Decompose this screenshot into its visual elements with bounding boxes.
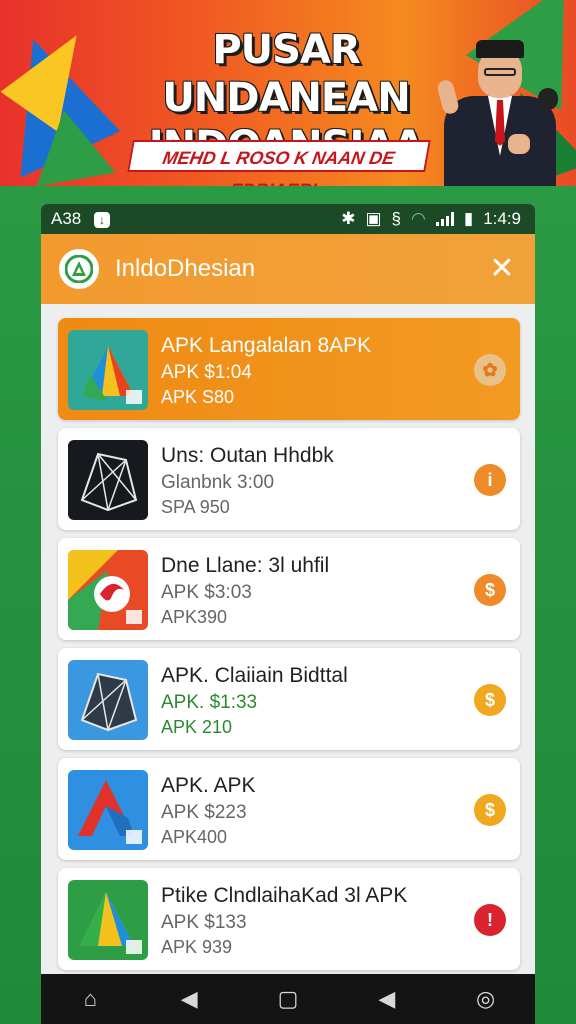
status-bar: A38 ↓ ✱ ▣ § ◠ ▮ 1:4:9: [41, 204, 535, 234]
battery-icon: ▮: [463, 209, 474, 228]
app-logo-icon: [59, 249, 99, 289]
app-title: InldoDhesian: [115, 255, 256, 282]
list-item[interactable]: Ptike ClndlaihaKad 3l APK APK $133 APK 9…: [58, 868, 520, 970]
banner-title-line1: PUSAR UNDANEAN: [162, 27, 410, 121]
item-price: APK. $1:33: [161, 692, 258, 713]
close-icon[interactable]: ✕: [487, 254, 517, 284]
promo-banner[interactable]: PUSAR UNDANEAN INDOANSIAA MEHD L ROSO K …: [0, 0, 576, 186]
settings-badge-icon[interactable]: ✿: [474, 354, 506, 386]
item-title: APK. Claiiain Bidttal: [161, 664, 348, 687]
info-badge-icon[interactable]: i: [474, 464, 506, 496]
list-item[interactable]: APK Langalalan 8APK APK $1:04 APK S80 ✿: [58, 318, 520, 420]
list-item[interactable]: Dne Llane: 3l uhfil APK $3:03 APK390 $: [58, 538, 520, 640]
item-meta: SPA 950: [161, 497, 230, 517]
wifi-icon: ◠: [410, 209, 426, 228]
navigation-bar: ⌂ ◀ ▢ ◀ ◎: [41, 974, 535, 1024]
item-meta: APK 210: [161, 717, 233, 737]
alert-badge-icon[interactable]: !: [474, 904, 506, 936]
phone-screen: A38 ↓ ✱ ▣ § ◠ ▮ 1:4:9 InldoDhesian ✕ APK…: [41, 204, 535, 1024]
dollar-badge-icon[interactable]: $: [474, 794, 506, 826]
item-title: Dne Llane: 3l uhfil: [161, 554, 330, 577]
recents-icon[interactable]: ▢: [268, 986, 308, 1012]
home-icon[interactable]: ⌂: [70, 986, 110, 1012]
item-title: APK Langalalan 8APK: [161, 334, 372, 357]
item-title: Uns: Outan Hhdbk: [161, 444, 334, 467]
play-triangle-icon: [68, 330, 148, 410]
green-triangle-icon: [68, 880, 148, 960]
list-item[interactable]: APK. APK APK $223 APK400 $: [58, 758, 520, 860]
bluetooth-icon: ✱: [341, 209, 356, 228]
status-left-text: A38: [51, 209, 82, 228]
item-meta: APK 939: [161, 937, 233, 957]
back-icon[interactable]: ◀: [169, 986, 209, 1012]
app-list: APK Langalalan 8APK APK $1:04 APK S80 ✿ …: [41, 304, 535, 974]
swirl-icon: [68, 550, 148, 630]
item-title: Ptike ClndlaihaKad 3l APK: [161, 884, 408, 907]
status-time: 1:4:9: [483, 209, 521, 228]
list-item[interactable]: APK. Claiiain Bidttal APK. $1:33 APK 210…: [58, 648, 520, 750]
red-a-icon: [68, 770, 148, 850]
item-title: APK. APK: [161, 774, 256, 797]
signal-icon: [435, 212, 454, 226]
item-price: APK $133: [161, 912, 247, 933]
dollar-badge-icon[interactable]: $: [474, 574, 506, 606]
item-price: APK $223: [161, 802, 247, 823]
list-item[interactable]: Uns: Outan Hhdbk Glanbnk 3:00 SPA 950 i: [58, 428, 520, 530]
app-bar: InldoDhesian ✕: [41, 234, 535, 304]
banner-subtitle: MEHD L ROSO K NAAN DE EDBIAERI: [127, 140, 431, 186]
item-price: APK $3:03: [161, 582, 252, 603]
download-icon: ↓: [93, 211, 110, 228]
diamond-blue-icon: [68, 660, 148, 740]
camera-icon[interactable]: ◎: [466, 986, 506, 1012]
dollar-badge-icon[interactable]: $: [474, 684, 506, 716]
presenter-image: [435, 36, 558, 186]
item-price: APK $1:04: [161, 362, 252, 383]
item-meta: APK390: [161, 607, 228, 627]
item-meta: APK S80: [161, 387, 235, 407]
item-meta: APK400: [161, 827, 228, 847]
back-icon[interactable]: ◀: [367, 986, 407, 1012]
vibrate-icon: §: [391, 209, 401, 228]
item-price: Glanbnk 3:00: [161, 472, 275, 493]
nfc-icon: ▣: [365, 209, 382, 228]
diamond-wire-icon: [68, 440, 148, 520]
